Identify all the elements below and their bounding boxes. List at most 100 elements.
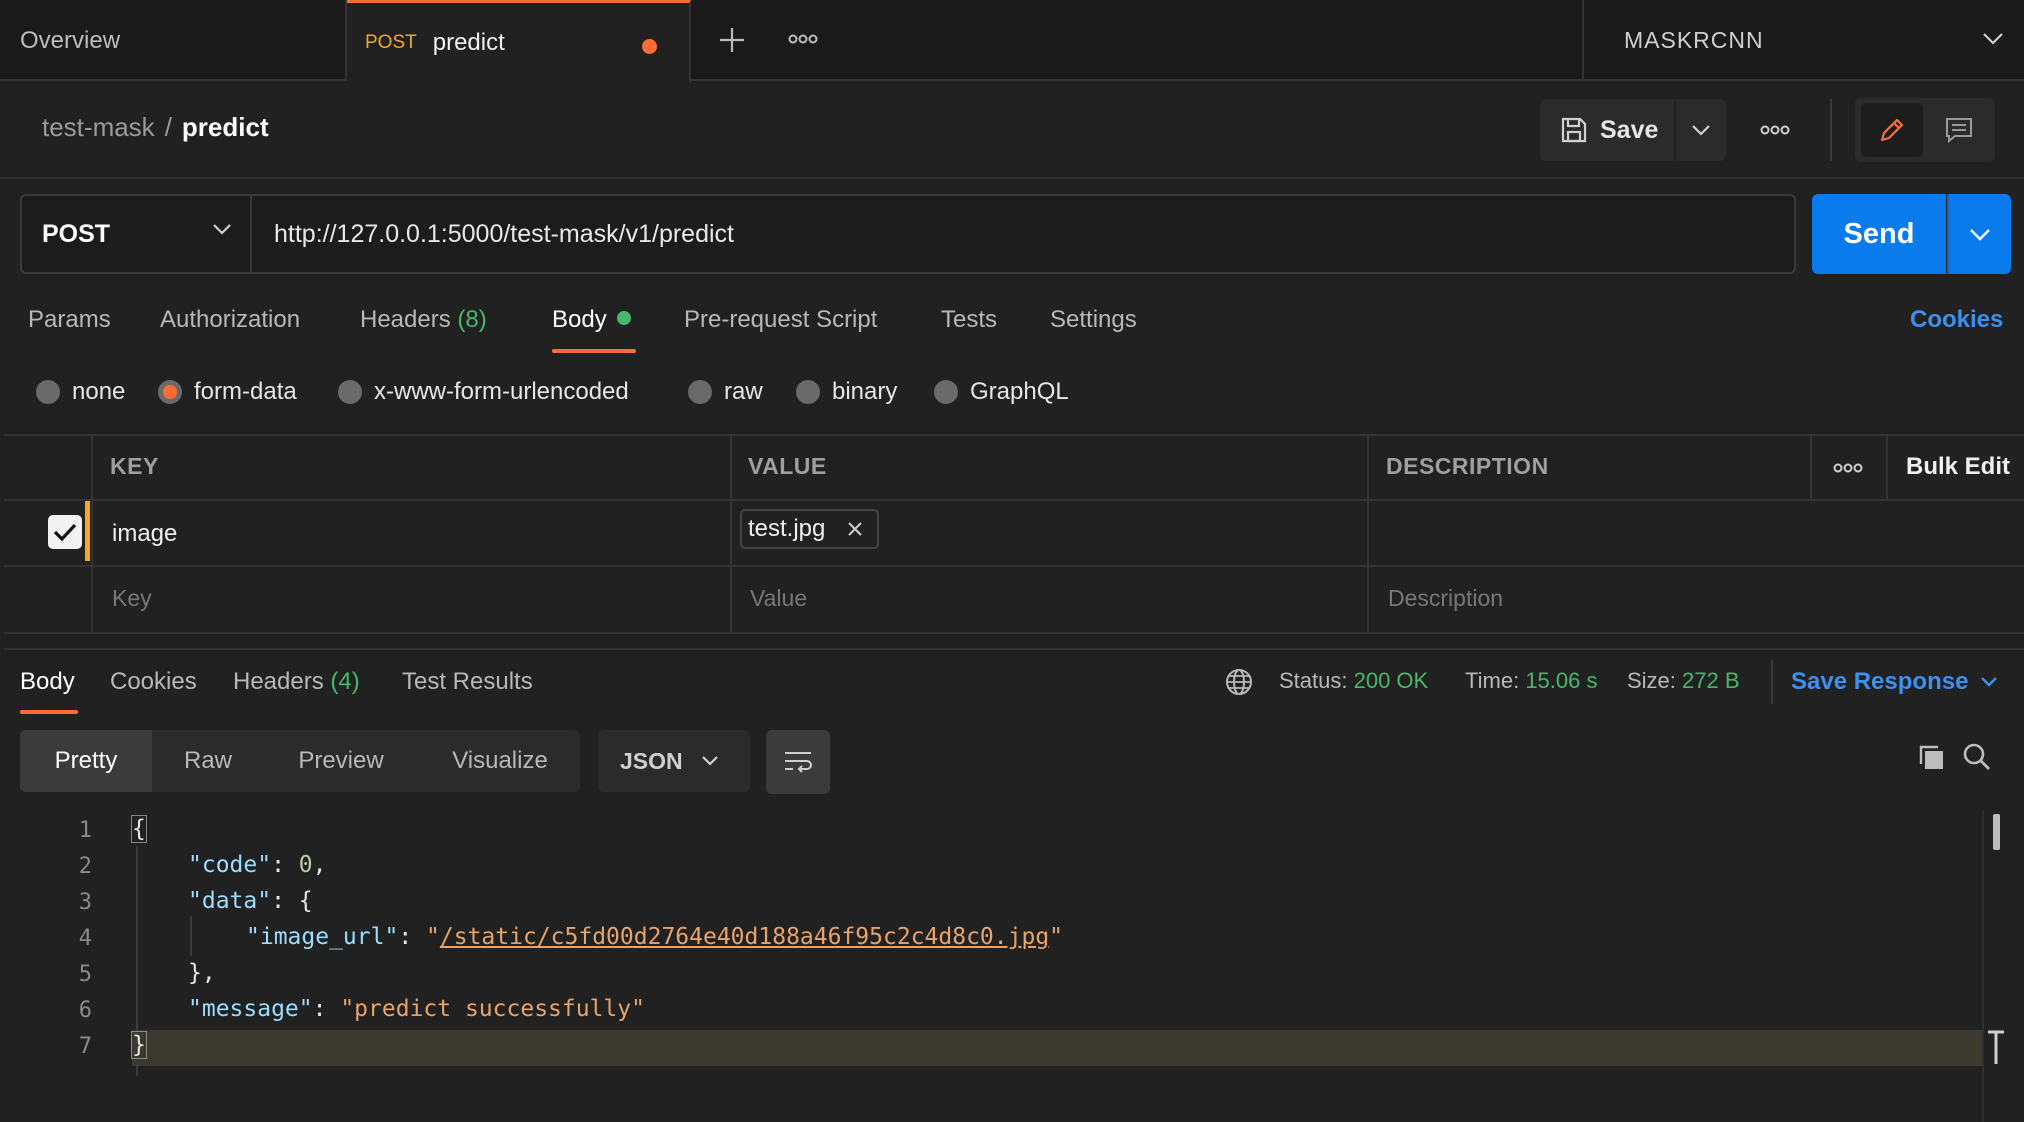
send-button[interactable]: Send: [1812, 194, 1946, 274]
status-label: Status:: [1279, 668, 1348, 693]
column-header-key: KEY: [110, 453, 159, 479]
json-number: 0: [298, 852, 313, 878]
save-button-label: Save: [1600, 115, 1659, 144]
code-line: "data": {: [188, 888, 313, 914]
radio-binary-label: binary: [832, 378, 898, 405]
save-button[interactable]: Save: [1540, 99, 1674, 161]
code-line: },: [188, 960, 216, 986]
active-tab-indicator: [552, 349, 636, 353]
tab-settings[interactable]: Settings: [1050, 306, 1137, 334]
radio-form-data[interactable]: form-data: [158, 378, 297, 406]
save-dropdown-button[interactable]: [1676, 99, 1726, 161]
cookies-link[interactable]: Cookies: [1910, 306, 2003, 334]
wrap-lines-icon: [782, 748, 814, 776]
editor-scrollbar-thumb[interactable]: [1993, 814, 2000, 850]
wrap-lines-button[interactable]: [766, 730, 830, 794]
edit-button[interactable]: [1861, 103, 1923, 157]
new-description-input[interactable]: Description: [1388, 585, 1503, 612]
breadcrumb-parent[interactable]: test-mask: [42, 112, 155, 142]
code-line: {: [131, 815, 147, 843]
comment-icon: [1944, 116, 1974, 144]
radio-graphql-label: GraphQL: [970, 378, 1069, 405]
view-mode-preview[interactable]: Preview: [264, 730, 418, 792]
view-mode-raw[interactable]: Raw: [154, 730, 262, 792]
response-tab-test-results[interactable]: Test Results: [402, 668, 533, 696]
response-tab-body[interactable]: Body: [20, 668, 75, 696]
row-enabled-checkbox[interactable]: [48, 515, 82, 549]
view-mode-raw-label: Raw: [183, 747, 232, 774]
tab-more-icon[interactable]: [788, 32, 818, 46]
radio-raw[interactable]: raw: [688, 378, 763, 406]
time-value: 15.06 s: [1525, 668, 1598, 693]
tab-body[interactable]: Body: [552, 306, 631, 334]
table-more-icon[interactable]: [1833, 461, 1863, 475]
response-tab-headers[interactable]: Headers (4): [233, 668, 360, 696]
row-modified-indicator: [85, 501, 90, 561]
response-tab-cookies-label: Cookies: [110, 668, 197, 695]
radio-urlencoded[interactable]: x-www-form-urlencoded: [338, 378, 629, 406]
method-label: POST: [42, 219, 111, 248]
method-select[interactable]: POST: [20, 194, 252, 274]
breadcrumb: test-mask / predict: [42, 112, 269, 143]
radio-none[interactable]: none: [36, 378, 125, 406]
copy-icon[interactable]: [1916, 742, 1946, 772]
chevron-down-icon: [1969, 228, 1991, 241]
status-indicator: Status: 200 OK: [1279, 668, 1428, 694]
globe-icon[interactable]: [1224, 667, 1254, 697]
new-key-input[interactable]: Key: [112, 585, 152, 612]
view-mode-pretty[interactable]: Pretty: [20, 730, 152, 792]
send-dropdown-button[interactable]: [1947, 194, 2011, 274]
editor-scrollbar[interactable]: [1982, 810, 1984, 1122]
file-name: test.jpg: [748, 515, 826, 542]
tab-headers-label: Headers: [360, 306, 451, 333]
search-icon[interactable]: [1962, 742, 1992, 772]
line-number: 6: [78, 998, 92, 1023]
environment-selector[interactable]: MASKRCNN: [1582, 0, 2024, 81]
tab-pre-request-script[interactable]: Pre-request Script: [684, 306, 877, 334]
chevron-down-icon: [212, 223, 232, 235]
tab-tests[interactable]: Tests: [941, 306, 997, 334]
save-response-label: Save Response: [1791, 668, 1969, 695]
radio-graphql[interactable]: GraphQL: [934, 378, 1069, 406]
image-url-link[interactable]: /static/c5fd00d2764e40d188a46f95c2c4d8c0…: [440, 924, 1049, 950]
url-value: http://127.0.0.1:5000/test-mask/v1/predi…: [274, 219, 734, 248]
send-button-label: Send: [1843, 217, 1915, 250]
request-more-icon[interactable]: [1753, 115, 1797, 145]
format-select[interactable]: JSON: [598, 730, 750, 792]
bulk-edit-button[interactable]: Bulk Edit: [1906, 453, 2010, 481]
unsaved-dot-icon: [642, 39, 657, 54]
tab-authorization[interactable]: Authorization: [160, 306, 300, 334]
radio-urlencoded-label: x-www-form-urlencoded: [374, 378, 629, 405]
breadcrumb-separator: /: [164, 112, 172, 142]
column-header-value: VALUE: [748, 453, 827, 479]
table-divider: [730, 434, 732, 634]
breadcrumb-current[interactable]: predict: [182, 112, 269, 142]
tab-params[interactable]: Params: [28, 306, 111, 334]
tab-body-label: Body: [552, 306, 607, 333]
new-tab-plus-icon[interactable]: [718, 26, 746, 54]
tab-overview[interactable]: Overview: [4, 0, 347, 81]
tab-headers[interactable]: Headers (8): [360, 306, 487, 334]
code-line: }: [131, 1031, 147, 1059]
line-number: 7: [78, 1034, 92, 1059]
table-divider: [91, 434, 93, 634]
radio-graphql-circle: [934, 380, 958, 404]
environment-chevron-down-icon: [1982, 32, 2004, 46]
remove-file-close-icon[interactable]: [847, 521, 863, 537]
new-value-input[interactable]: Value: [750, 585, 807, 612]
response-tab-cookies[interactable]: Cookies: [110, 668, 197, 696]
json-key: "data": [188, 888, 272, 914]
view-mode-visualize[interactable]: Visualize: [420, 730, 580, 792]
divider: [0, 177, 2024, 179]
radio-raw-label: raw: [724, 378, 763, 405]
save-response-button[interactable]: Save Response: [1791, 668, 1998, 696]
radio-urlencoded-circle: [338, 380, 362, 404]
json-key: "image_url": [246, 924, 399, 950]
url-input[interactable]: http://127.0.0.1:5000/test-mask/v1/predi…: [250, 194, 1796, 274]
cookies-link-label: Cookies: [1910, 306, 2004, 333]
view-mode-visualize-label: Visualize: [452, 747, 548, 774]
param-key-cell[interactable]: image: [112, 520, 177, 548]
tab-predict[interactable]: POST predict: [347, 0, 691, 82]
comments-button[interactable]: [1928, 103, 1990, 157]
radio-binary[interactable]: binary: [796, 378, 897, 406]
